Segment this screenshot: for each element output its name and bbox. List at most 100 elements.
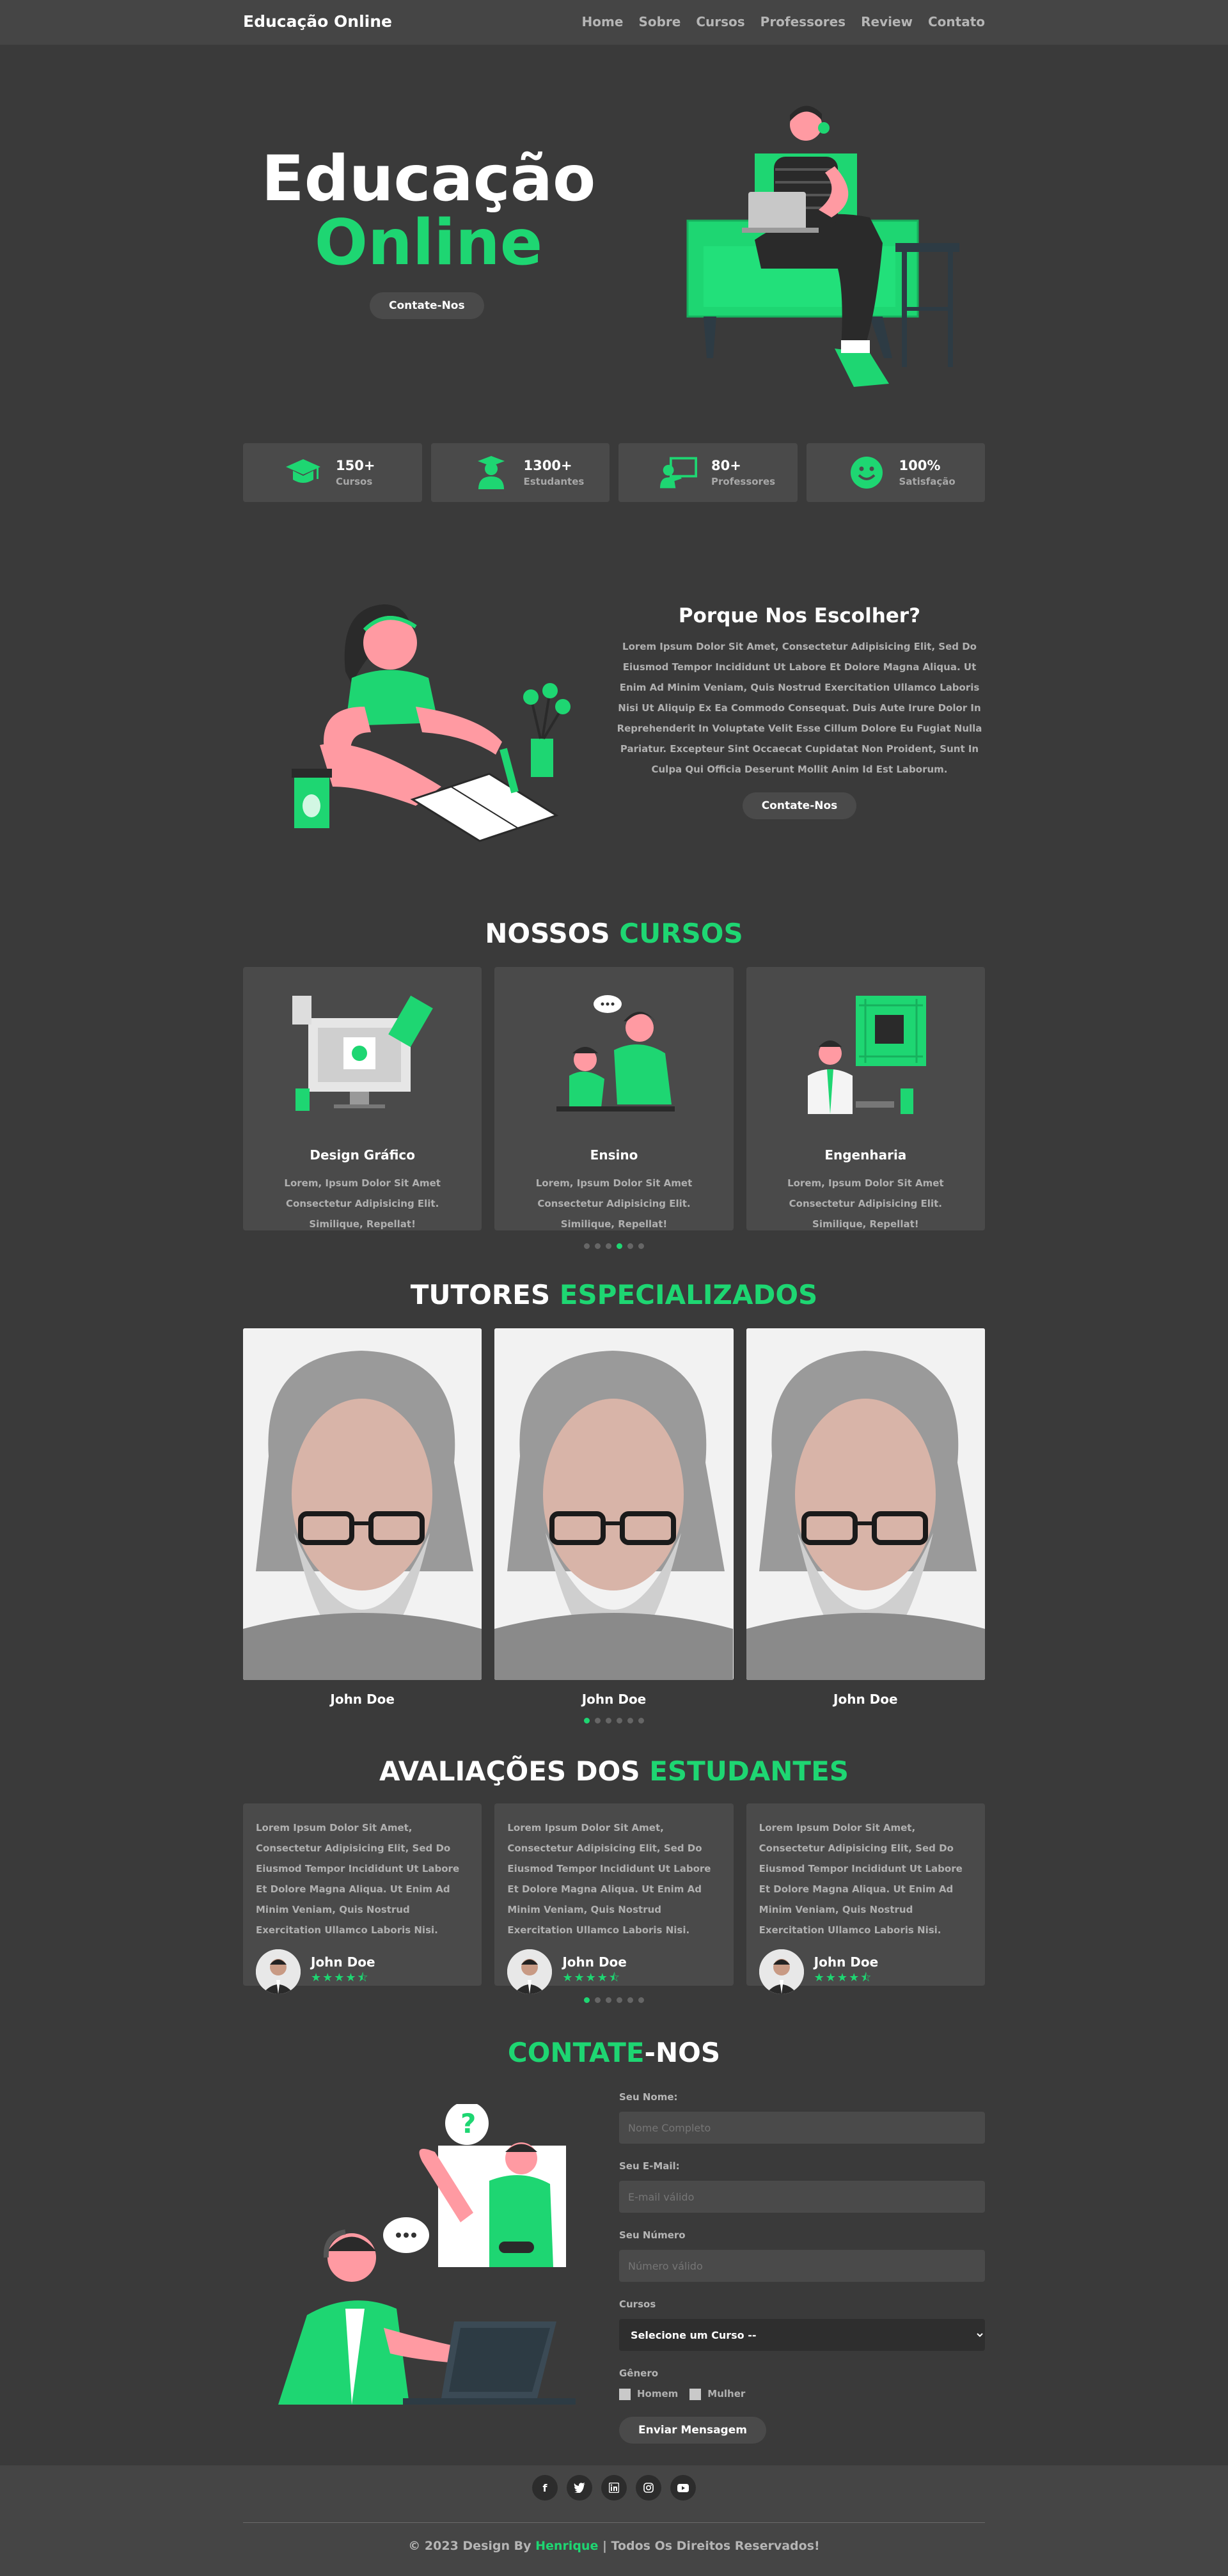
star-rating-icon: ★★★★⯪ — [814, 1971, 873, 1984]
contact-title-part2: -NOS — [644, 2037, 721, 2068]
course-description: Lorem, Ipsum Dolor Sit Amet Consectetur … — [787, 1177, 944, 1230]
email-input[interactable] — [619, 2181, 985, 2213]
pagination-dot[interactable] — [595, 1997, 601, 2003]
tutors-section-title: TUTORES ESPECIALIZADOS — [0, 1279, 1228, 1310]
smile-icon — [848, 454, 885, 491]
phone-input[interactable] — [619, 2250, 985, 2282]
nav-item-contato[interactable]: Contato — [928, 14, 985, 29]
stat-card-satisfaction: 100% Satisfação — [806, 443, 985, 502]
stat-label: Professores — [711, 476, 776, 487]
instagram-icon[interactable] — [636, 2475, 661, 2501]
svg-text:?: ? — [460, 2108, 476, 2139]
review-card: Lorem Ipsum Dolor Sit Amet, Consectetur … — [243, 1803, 482, 1994]
tutors-title-part1: TUTORES — [410, 1279, 560, 1310]
tutor-photo — [494, 1328, 734, 1680]
avatar — [759, 1949, 804, 1994]
copyright-author[interactable]: Henrique — [535, 2539, 598, 2553]
reviews-title-part1: AVALIAÇÕES DOS — [379, 1755, 650, 1787]
name-input[interactable] — [619, 2112, 985, 2144]
tutor-card[interactable]: John Doe — [243, 1328, 482, 1707]
top-navbar: Educação Online Home Sobre Cursos Profes… — [0, 0, 1228, 45]
nav-item-home[interactable]: Home — [582, 14, 624, 29]
checkbox[interactable] — [619, 2388, 631, 2400]
tutor-photo — [746, 1328, 985, 1680]
review-text: Lorem Ipsum Dolor Sit Amet, Consectetur … — [759, 1822, 963, 1936]
nav-item-cursos[interactable]: Cursos — [696, 14, 744, 29]
pagination-dot[interactable] — [627, 1997, 633, 2003]
pagination-dot[interactable] — [617, 1997, 622, 2003]
star-rating-icon: ★★★★⯪ — [311, 1971, 370, 1984]
course-card-engineering[interactable]: Engenharia Lorem, Ipsum Dolor Sit Amet C… — [746, 967, 985, 1230]
pagination-dot[interactable] — [627, 1718, 633, 1724]
course-illustration-design — [243, 967, 482, 1133]
graduation-cap-icon — [285, 454, 322, 491]
tutor-card[interactable]: John Doe — [746, 1328, 985, 1707]
pagination-dot[interactable] — [606, 1243, 611, 1249]
gender-female-option[interactable]: Mulher — [689, 2388, 745, 2400]
stats-row: 150+ Cursos 1300+ Estudantes 80+ Professore… — [243, 443, 985, 502]
twitter-icon[interactable] — [567, 2475, 592, 2501]
pagination-dot[interactable] — [638, 1997, 644, 2003]
pagination-dot[interactable] — [595, 1718, 601, 1724]
tutor-card[interactable]: John Doe — [494, 1328, 734, 1707]
star-rating-icon: ★★★★⯪ — [562, 1971, 621, 1984]
gender-male-option[interactable]: Homem — [619, 2388, 678, 2400]
social-links: f — [0, 2475, 1228, 2501]
tutor-name: John Doe — [330, 1692, 395, 1707]
copyright-prefix: © 2023 Design By — [408, 2539, 536, 2553]
course-card-design[interactable]: Design Gráfico Lorem, Ipsum Dolor Sit Am… — [243, 967, 482, 1230]
review-card: Lorem Ipsum Dolor Sit Amet, Consectetur … — [494, 1803, 734, 1994]
pagination-dot[interactable] — [584, 1243, 590, 1249]
why-paragraph: Lorem Ipsum Dolor Sit Amet, Consectetur … — [617, 641, 982, 775]
pagination-dot[interactable] — [606, 1718, 611, 1724]
submit-button[interactable]: Enviar Mensagem — [619, 2416, 766, 2444]
pagination-dot[interactable] — [627, 1243, 633, 1249]
pagination-dot[interactable] — [595, 1243, 601, 1249]
pagination-dot-active[interactable] — [617, 1243, 622, 1249]
course-illustration-teaching — [494, 967, 733, 1133]
pagination-dot-active[interactable] — [584, 1997, 590, 2003]
reviews-section-title: AVALIAÇÕES DOS ESTUDANTES — [0, 1755, 1228, 1787]
pagination-dot[interactable] — [617, 1718, 622, 1724]
course-card-teaching[interactable]: Ensino Lorem, Ipsum Dolor Sit Amet Conse… — [494, 967, 734, 1230]
course-select[interactable]: Selecione um Curso -- — [619, 2319, 985, 2351]
course-description: Lorem, Ipsum Dolor Sit Amet Consectetur … — [535, 1177, 693, 1230]
pagination-dot[interactable] — [606, 1997, 611, 2003]
brand-logo[interactable]: Educação Online — [243, 12, 392, 31]
courses-title-part2: CURSOS — [619, 918, 743, 949]
stat-card-teachers: 80+ Professores — [618, 443, 798, 502]
contact-section-title: CONTATE-NOS — [0, 2037, 1228, 2068]
checkbox[interactable] — [689, 2388, 702, 2400]
courses-section-title: NOSSOS CURSOS — [0, 918, 1228, 949]
gender-label: Gênero — [619, 2368, 659, 2379]
course-name: Design Gráfico — [310, 1147, 415, 1163]
review-name: John Doe — [311, 1954, 375, 1970]
pagination-dot[interactable] — [638, 1718, 644, 1724]
reviews-title-part2: ESTUDANTES — [649, 1755, 849, 1787]
course-illustration-engineering — [746, 967, 985, 1133]
pagination-dot-active[interactable] — [584, 1718, 590, 1724]
stat-card-courses: 150+ Cursos — [243, 443, 422, 502]
nav-menu: Home Sobre Cursos Professores Review Con… — [582, 14, 985, 29]
contact-form: Seu Nome: Seu E-Mail: Seu Número Cursos … — [619, 2091, 985, 2444]
why-contact-button[interactable]: Contate-Nos — [742, 792, 857, 819]
nav-item-professores[interactable]: Professores — [760, 14, 846, 29]
review-author: John Doe ★★★★⯪ — [507, 1949, 720, 1994]
stat-label: Cursos — [336, 476, 373, 487]
phone-label: Seu Número — [619, 2229, 686, 2241]
reviews-carousel: Lorem Ipsum Dolor Sit Amet, Consectetur … — [243, 1803, 985, 1994]
pagination-dot[interactable] — [638, 1243, 644, 1249]
review-author: John Doe ★★★★⯪ — [256, 1949, 469, 1994]
courses-title-part1: NOSSOS — [485, 918, 620, 949]
nav-item-sobre[interactable]: Sobre — [638, 14, 681, 29]
email-label: Seu E-Mail: — [619, 2160, 680, 2172]
course-label: Cursos — [619, 2298, 656, 2310]
youtube-icon[interactable] — [670, 2475, 696, 2501]
courses-carousel: Design Gráfico Lorem, Ipsum Dolor Sit Am… — [243, 967, 985, 1230]
nav-item-review[interactable]: Review — [861, 14, 913, 29]
facebook-icon[interactable]: f — [532, 2475, 558, 2501]
copyright-suffix: | Todos Os Direitos Reservados! — [598, 2539, 820, 2553]
hero-contact-button[interactable]: Contate-Nos — [370, 292, 484, 319]
linkedin-icon[interactable] — [601, 2475, 627, 2501]
tutors-pagination — [0, 1718, 1228, 1724]
